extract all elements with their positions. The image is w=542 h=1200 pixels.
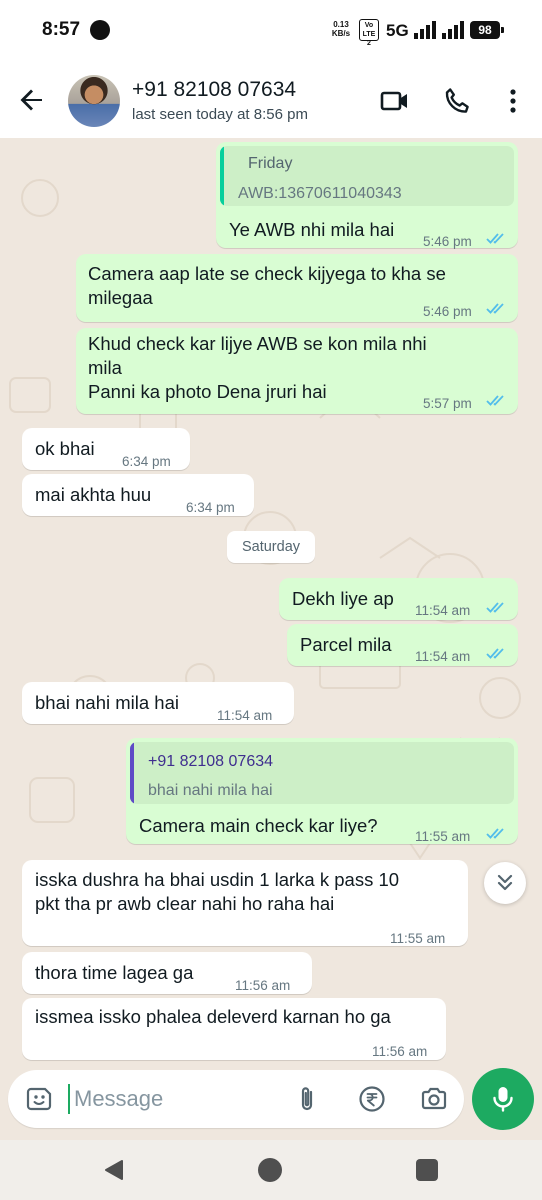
chat-area[interactable]: Friday AWB:13670611040343 Ye AWB nhi mil… (0, 138, 542, 1068)
message-bubble-outgoing[interactable]: +91 82108 07634 bhai nahi mila hai Camer… (126, 738, 518, 844)
message-text-line: mila (88, 357, 122, 378)
message-time: 11:56 am (235, 978, 291, 993)
message-bubble-incoming[interactable]: ok bhai 6:34 pm (22, 428, 190, 470)
message-time: 11:56 am (372, 1044, 428, 1059)
status-bar: 8:57 0.13 KB/s Vo LTE 2 5G 98 (0, 0, 542, 62)
message-text-line: Camera aap late se check kijyega to kha … (88, 263, 446, 284)
message-text: ok bhai (35, 438, 95, 459)
attach-icon[interactable] (294, 1085, 322, 1113)
quote-body: AWB:13670611040343 (238, 185, 402, 202)
contact-name[interactable]: +91 82108 07634 (132, 78, 296, 102)
message-time: 11:55 am (390, 931, 446, 946)
message-input[interactable] (74, 1080, 274, 1118)
message-time: 6:34 pm (122, 454, 171, 469)
message-bubble-outgoing[interactable]: Friday AWB:13670611040343 Ye AWB nhi mil… (216, 142, 518, 249)
text-cursor (68, 1084, 70, 1114)
message-bubble-outgoing[interactable]: Khud check kar lijye AWB se kon mila nhi… (76, 328, 518, 414)
message-time: 6:34 pm (186, 500, 235, 515)
message-text: thora time lagea ga (35, 962, 194, 983)
read-receipt-icon (486, 602, 504, 613)
read-receipt-icon (486, 303, 504, 314)
message-text-line: Panni ka photo Dena jruri hai (88, 381, 327, 402)
message-time: 11:55 am (415, 829, 471, 844)
chat-header: +91 82108 07634 last seen today at 8:56 … (0, 62, 542, 138)
message-time: 11:54 am (217, 708, 273, 723)
nav-recents-icon[interactable] (416, 1159, 438, 1181)
camera-icon[interactable] (420, 1085, 448, 1113)
message-bubble-incoming[interactable]: isska dushra ha bhai usdin 1 larka k pas… (22, 860, 468, 946)
back-arrow-icon[interactable] (14, 82, 50, 118)
read-receipt-icon (486, 233, 504, 244)
quote-title: Friday (248, 155, 293, 172)
camera-cutout (90, 20, 110, 40)
quoted-message[interactable]: Friday AWB:13670611040343 (220, 146, 514, 206)
message-text: Dekh liye ap (292, 588, 394, 609)
message-text-line: pkt tha pr awb clear nahi ho raha hai (35, 893, 335, 914)
message-text: Parcel mila (300, 634, 392, 655)
read-receipt-icon (486, 395, 504, 406)
video-call-icon[interactable] (380, 86, 410, 116)
battery-icon: 98 (470, 21, 504, 39)
date-divider: Saturday (227, 531, 315, 563)
message-time: 5:46 pm (423, 304, 472, 319)
message-text: issmea issko phalea deleverd karnan ho g… (35, 1006, 391, 1027)
message-bubble-incoming[interactable]: bhai nahi mila hai 11:54 am (22, 682, 294, 724)
more-vert-icon[interactable] (498, 86, 528, 116)
message-bubble-outgoing[interactable]: Parcel mila 11:54 am (287, 624, 518, 666)
message-bubble-outgoing[interactable]: Camera aap late se check kijyega to kha … (76, 254, 518, 322)
mic-icon (493, 1087, 513, 1112)
quote-bar (220, 146, 224, 206)
message-text: mai akhta huu (35, 484, 152, 505)
message-time: 5:46 pm (423, 234, 472, 249)
quoted-message[interactable]: +91 82108 07634 bhai nahi mila hai (130, 742, 514, 804)
signal-icon (414, 21, 436, 39)
volte-badge: Vo LTE 2 (359, 19, 379, 47)
message-text: bhai nahi mila hai (35, 692, 179, 713)
quote-bar (130, 742, 134, 804)
data-speed: 0.13 KB/s (331, 20, 351, 38)
avatar[interactable] (68, 75, 120, 127)
message-time: 5:57 pm (423, 396, 472, 411)
message-text: Camera main check kar liye? (139, 815, 378, 836)
message-bubble-incoming[interactable]: mai akhta huu 6:34 pm (22, 474, 254, 516)
system-nav-bar (0, 1140, 542, 1200)
message-bubble-incoming[interactable]: thora time lagea ga 11:56 am (22, 952, 312, 994)
message-text: Ye AWB nhi mila hai (229, 219, 395, 240)
emoji-sticker-icon[interactable] (26, 1085, 54, 1113)
message-time: 11:54 am (415, 649, 471, 664)
message-bubble-incoming[interactable]: issmea issko phalea deleverd karnan ho g… (22, 998, 446, 1060)
message-text-line: isska dushra ha bhai usdin 1 larka k pas… (35, 869, 400, 890)
network-type: 5G (386, 21, 409, 40)
last-seen-status: last seen today at 8:56 pm (132, 106, 308, 123)
rupee-payment-icon[interactable] (358, 1085, 386, 1113)
status-time: 8:57 (42, 19, 81, 40)
mic-button[interactable] (472, 1068, 534, 1130)
double-chevron-down-icon (497, 874, 513, 891)
signal-icon (442, 21, 464, 39)
quote-body: bhai nahi mila hai (148, 782, 273, 799)
message-bubble-outgoing[interactable]: Dekh liye ap 11:54 am (279, 578, 518, 620)
read-receipt-icon (486, 648, 504, 659)
nav-back-icon[interactable] (102, 1158, 126, 1182)
phone-icon[interactable] (442, 86, 472, 116)
message-text-line: Khud check kar lijye AWB se kon mila nhi (88, 333, 427, 354)
message-time: 11:54 am (415, 603, 471, 618)
read-receipt-icon (486, 828, 504, 839)
scroll-to-bottom-button[interactable] (484, 862, 526, 904)
nav-home-icon[interactable] (258, 1158, 282, 1182)
message-composer (8, 1070, 464, 1128)
message-text-line: milegaa (88, 287, 153, 308)
quote-title: +91 82108 07634 (148, 753, 274, 770)
